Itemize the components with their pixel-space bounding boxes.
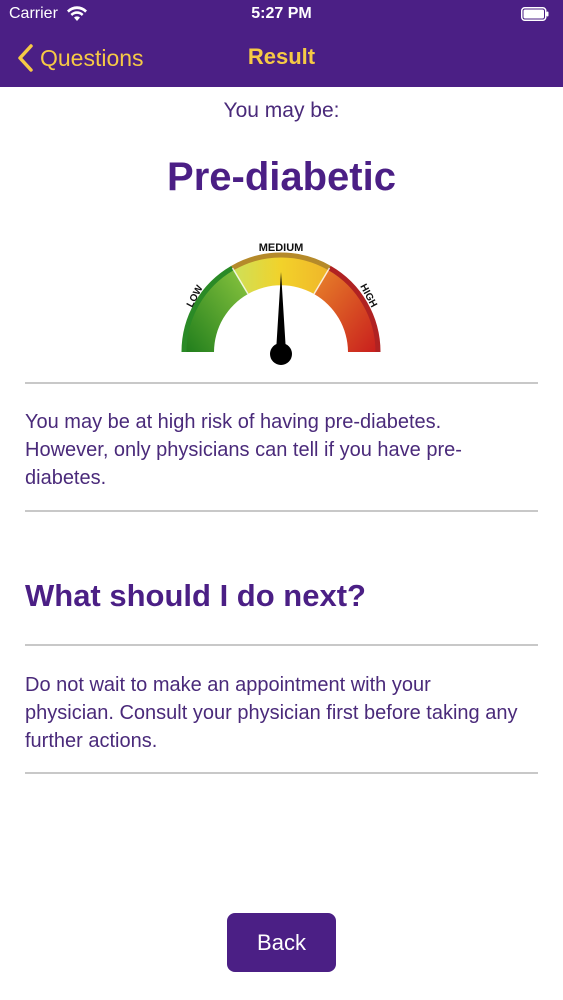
status-bar: Carrier 5:27 PM <box>0 0 563 30</box>
back-button[interactable]: Back <box>227 913 336 972</box>
next-steps-heading: What should I do next? <box>25 578 366 613</box>
nav-title: Result <box>247 44 316 69</box>
result-description: You may be at high risk of having pre-di… <box>25 411 462 489</box>
navigation-bar: Questions Result <box>0 30 563 87</box>
divider <box>25 644 538 646</box>
result-title: Pre-diabetic <box>167 155 396 199</box>
status-time: 5:27 PM <box>251 5 312 22</box>
gauge-label-medium: MEDIUM <box>259 242 304 254</box>
risk-gauge: LOW MEDIUM HIGH <box>181 242 381 365</box>
gauge-pivot <box>270 343 292 365</box>
divider <box>25 382 538 384</box>
divider <box>25 772 538 774</box>
result-intro: You may be: <box>223 99 340 122</box>
battery-icon <box>521 7 549 21</box>
next-steps-body: Do not wait to make an appointment with … <box>25 674 518 752</box>
divider <box>25 510 538 512</box>
